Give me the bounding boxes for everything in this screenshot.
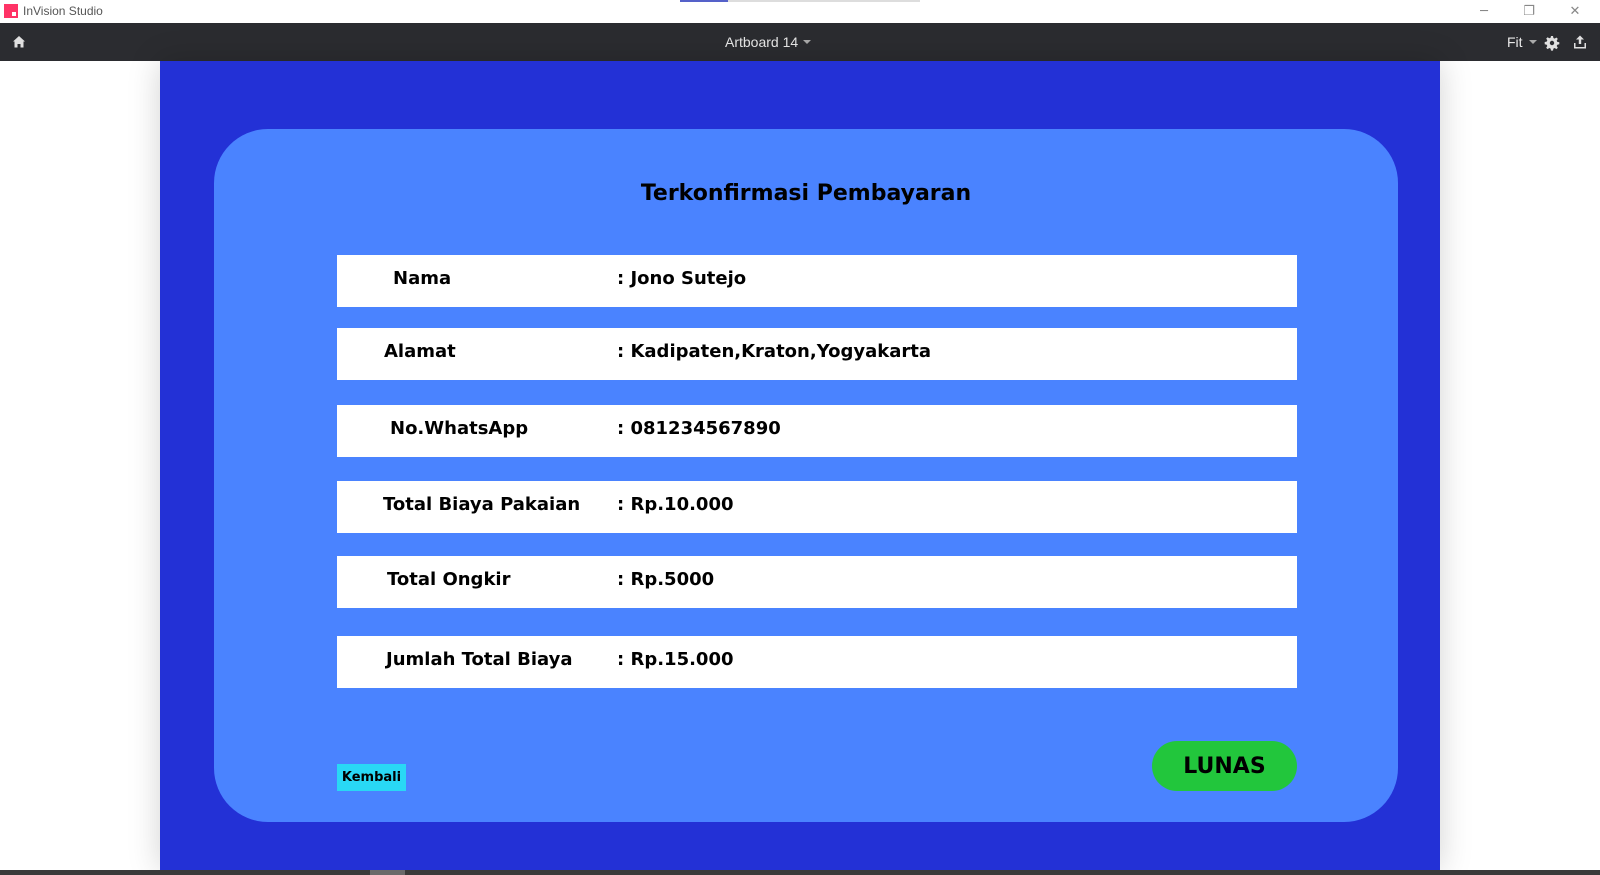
info-row-ongkir: Total Ongkir : Rp.5000 — [337, 556, 1297, 608]
gear-icon[interactable] — [1544, 35, 1560, 51]
app-title: InVision Studio — [23, 4, 103, 18]
maximize-button[interactable]: ❐ — [1507, 0, 1551, 23]
lunas-button[interactable]: LUNAS — [1152, 741, 1297, 791]
row-label: Nama — [393, 268, 452, 289]
row-value: : Rp.10.000 — [617, 494, 734, 515]
row-value: : Kadipaten,Kraton,Yogyakarta — [617, 341, 931, 362]
share-icon[interactable] — [1572, 34, 1588, 50]
payment-confirmation-card: Terkonfirmasi Pembayaran Nama : Jono Sut… — [214, 129, 1398, 822]
info-row-biaya-pakaian: Total Biaya Pakaian : Rp.10.000 — [337, 481, 1297, 533]
window-titlebar: InVision Studio ─ ❐ ✕ — [0, 0, 1600, 23]
row-value: : Jono Sutejo — [617, 268, 747, 289]
row-label: Jumlah Total Biaya — [386, 649, 573, 670]
info-row-whatsapp: No.WhatsApp : 081234567890 — [337, 405, 1297, 457]
loading-progress-fill — [680, 0, 728, 2]
design-canvas: Terkonfirmasi Pembayaran Nama : Jono Sut… — [0, 61, 1600, 870]
info-row-nama: Nama : Jono Sutejo — [337, 255, 1297, 307]
kembali-button[interactable]: Kembali — [337, 764, 406, 791]
loading-progress-bar — [680, 0, 920, 2]
chevron-down-icon[interactable] — [1529, 40, 1537, 44]
info-row-alamat: Alamat : Kadipaten,Kraton,Yogyakarta — [337, 328, 1297, 380]
row-label: Total Biaya Pakaian — [383, 494, 581, 515]
horizontal-scrollbar[interactable] — [0, 870, 1600, 875]
invision-logo-icon — [4, 4, 18, 18]
zoom-selector[interactable]: Fit — [1507, 34, 1523, 50]
row-label: No.WhatsApp — [390, 418, 529, 439]
chevron-down-icon[interactable] — [803, 40, 811, 44]
info-row-jumlah-total: Jumlah Total Biaya : Rp.15.000 — [337, 636, 1297, 688]
app-toolbar: Artboard 14 Fit — [0, 23, 1600, 61]
row-label: Total Ongkir — [387, 569, 511, 590]
minimize-button[interactable]: ─ — [1462, 0, 1506, 23]
page-title: Terkonfirmasi Pembayaran — [640, 181, 972, 206]
row-value: : 081234567890 — [617, 418, 781, 439]
scrollbar-thumb[interactable] — [370, 870, 405, 875]
row-value: : Rp.15.000 — [617, 649, 734, 670]
home-icon[interactable] — [11, 34, 27, 50]
artboard-selector[interactable]: Artboard 14 — [725, 34, 798, 50]
row-label: Alamat — [384, 341, 456, 362]
artboard: Terkonfirmasi Pembayaran Nama : Jono Sut… — [160, 61, 1440, 870]
row-value: : Rp.5000 — [617, 569, 715, 590]
close-button[interactable]: ✕ — [1553, 0, 1597, 23]
